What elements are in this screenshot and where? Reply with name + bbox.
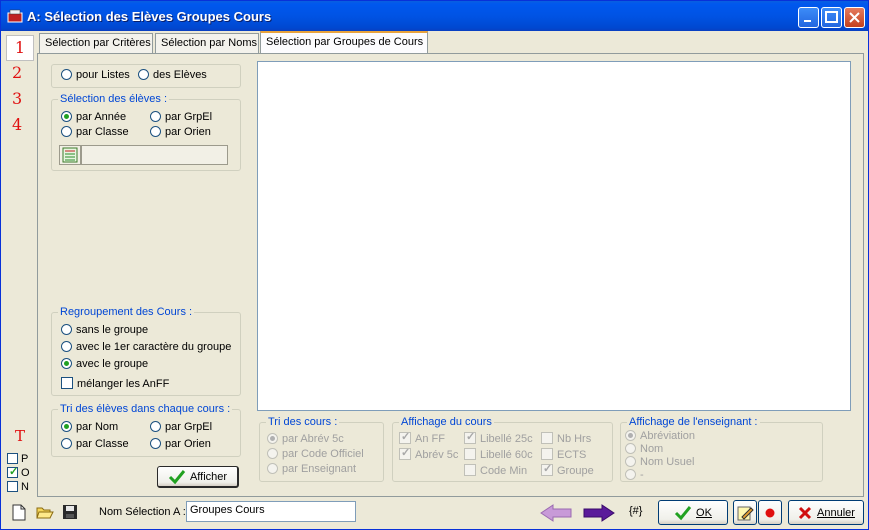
radio-nom[interactable]: Nom [625, 443, 663, 457]
name-selection-input[interactable]: Groupes Cours [186, 501, 356, 522]
cancel-x-icon [798, 506, 812, 519]
check-code-min[interactable]: Code Min [464, 464, 527, 478]
tri-eleves-group: Tri des élèves dans chaque cours : par N… [51, 403, 241, 457]
ok-button[interactable]: OK [658, 500, 728, 525]
name-selection-label: Nom Sélection A : [99, 506, 186, 518]
check-abrev-5c[interactable]: Abrév 5c [399, 447, 458, 462]
minimize-icon [804, 20, 811, 22]
check-libelle-25c[interactable]: Libellé 25c [464, 431, 533, 446]
record-dot-icon [765, 508, 775, 517]
save-icon[interactable] [62, 504, 78, 520]
radio-par-annee[interactable]: par Année [61, 111, 126, 125]
radio-sans-groupe[interactable]: sans le groupe [61, 324, 148, 338]
tri-eleves-legend: Tri des élèves dans chaque cours : [58, 403, 233, 415]
radio-nom-usuel[interactable]: Nom Usuel [625, 456, 694, 470]
check-icon [168, 469, 186, 484]
ok-label: OK [696, 506, 712, 519]
arrow-right-icon[interactable] [582, 504, 616, 522]
radio-abreviation[interactable]: Abréviation [625, 430, 695, 444]
radio-tri-par-grpel[interactable]: par GrpEl [150, 421, 212, 435]
radio-dash[interactable]: - [625, 469, 644, 483]
new-file-icon[interactable] [12, 504, 26, 521]
record-button[interactable] [758, 500, 782, 525]
side-check-n[interactable]: N [7, 481, 29, 495]
step-1[interactable]: 1 [6, 35, 34, 61]
check-ects[interactable]: ECTS [541, 448, 586, 462]
main-window: A: Sélection des Elèves Groupes Cours 1 … [0, 0, 869, 530]
side-check-p[interactable]: P [7, 453, 28, 467]
regroupement-legend: Regroupement des Cours : [58, 306, 195, 318]
affichage-cours-group: Affichage du cours An FF Libellé 25c Nb … [392, 416, 613, 482]
source-group: pour Listes des Elèves [51, 64, 241, 88]
affichage-enseignant-group: Affichage de l'enseignant : Abréviation … [620, 416, 823, 483]
tab-criteres[interactable]: Sélection par Critères [39, 33, 153, 53]
checkbox-melanger-anff[interactable]: mélanger les AnFF [61, 377, 169, 391]
edit-button[interactable] [733, 500, 757, 525]
step-3[interactable]: 3 [12, 89, 22, 108]
maximize-icon [825, 11, 838, 23]
side-check-o[interactable]: O [7, 466, 30, 481]
window-title: A: Sélection des Elèves Groupes Cours [27, 9, 272, 24]
selection-field[interactable] [81, 145, 228, 165]
ok-check-icon [674, 505, 692, 520]
radio-tri-par-nom[interactable]: par Nom [61, 421, 118, 435]
open-folder-icon[interactable] [36, 504, 54, 520]
selection-eleves-group: Sélection des élèves : par Année par Grp… [51, 93, 241, 171]
regroupement-group: Regroupement des Cours : sans le groupe … [51, 306, 241, 396]
hash-button[interactable]: {#} [629, 505, 642, 517]
radio-pour-listes[interactable]: pour Listes [61, 69, 130, 83]
cancel-label: Annuler [817, 506, 855, 519]
tri-cours-group: Tri des cours : par Abrév 5c par Code Of… [259, 416, 384, 482]
radio-avec-groupe[interactable]: avec le groupe [61, 358, 148, 372]
close-button[interactable] [844, 7, 865, 28]
step-4[interactable]: 4 [12, 115, 22, 134]
radio-tri-par-orien[interactable]: par Orien [150, 438, 211, 452]
maximize-button[interactable] [821, 7, 842, 28]
radio-par-grpel[interactable]: par GrpEl [150, 111, 212, 125]
title-bar[interactable]: A: Sélection des Elèves Groupes Cours [1, 1, 868, 31]
arrow-left-icon[interactable] [539, 504, 573, 522]
step-2[interactable]: 2 [12, 63, 22, 82]
affichage-enseignant-legend: Affichage de l'enseignant : [627, 416, 760, 428]
tab-noms[interactable]: Sélection par Noms [155, 33, 259, 53]
side-letter-t[interactable]: T [15, 427, 25, 445]
check-an-ff[interactable]: An FF [399, 431, 445, 446]
afficher-label: Afficher [189, 470, 228, 483]
results-area[interactable] [257, 61, 851, 411]
cancel-button[interactable]: Annuler [788, 500, 864, 525]
minimize-button[interactable] [798, 7, 819, 28]
tri-cours-legend: Tri des cours : [266, 416, 340, 428]
tab-groupes-cours[interactable]: Sélection par Groupes de Cours [260, 31, 428, 54]
check-nb-hrs[interactable]: Nb Hrs [541, 432, 591, 446]
radio-abrev-5c[interactable]: par Abrév 5c [267, 433, 344, 447]
selection-eleves-legend: Sélection des élèves : [58, 93, 170, 105]
radio-par-classe[interactable]: par Classe [61, 126, 129, 140]
radio-premier-caractere[interactable]: avec le 1er caractère du groupe [61, 341, 231, 355]
pencil-note-icon [737, 506, 754, 520]
check-libelle-60c[interactable]: Libellé 60c [464, 448, 533, 462]
radio-par-orien[interactable]: par Orien [150, 126, 211, 140]
radio-par-enseignant[interactable]: par Enseignant [267, 463, 356, 477]
afficher-button[interactable]: Afficher [157, 466, 239, 488]
radio-code-officiel[interactable]: par Code Officiel [267, 448, 364, 462]
app-icon [7, 9, 23, 23]
bottom-toolbar: Nom Sélection A : Groupes Cours {#} OK A… [1, 496, 868, 530]
list-icon [62, 147, 78, 163]
radio-tri-par-classe[interactable]: par Classe [61, 438, 129, 452]
close-icon [849, 12, 860, 23]
radio-des-eleves[interactable]: des Elèves [138, 69, 207, 83]
list-picker-button[interactable] [59, 145, 81, 165]
affichage-cours-legend: Affichage du cours [399, 416, 494, 428]
check-groupe[interactable]: Groupe [541, 463, 594, 478]
